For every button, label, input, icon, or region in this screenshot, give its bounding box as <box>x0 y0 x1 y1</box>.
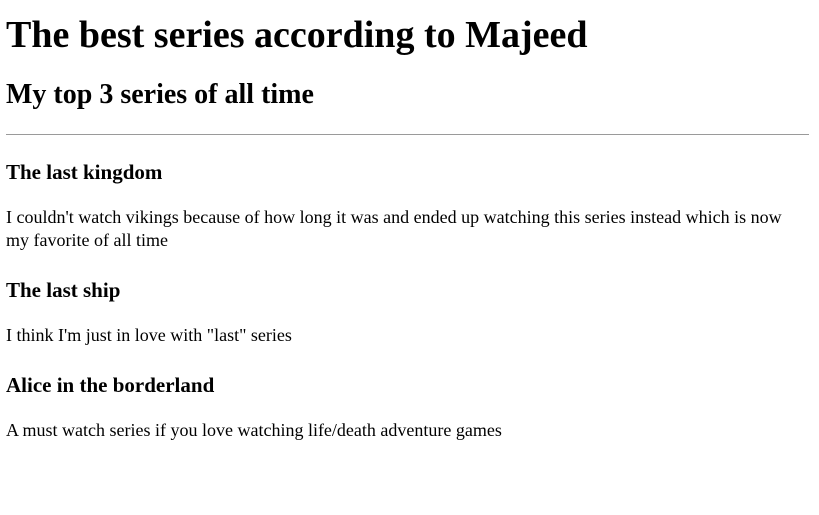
series-description: A must watch series if you love watching… <box>6 420 502 440</box>
series-list: The last kingdom I couldn't watch viking… <box>6 159 811 442</box>
page-subtitle: My top 3 series of all time <box>6 79 314 110</box>
divider <box>6 134 809 135</box>
series-description: I think I'm just in love with "last" ser… <box>6 325 292 345</box>
series-title: The last kingdom <box>6 160 163 184</box>
series-title: Alice in the borderland <box>6 373 215 397</box>
series-title: The last ship <box>6 278 121 302</box>
page-title: The best series according to Majeed <box>6 14 588 56</box>
series-description: I couldn't watch vikings because of how … <box>6 207 782 250</box>
